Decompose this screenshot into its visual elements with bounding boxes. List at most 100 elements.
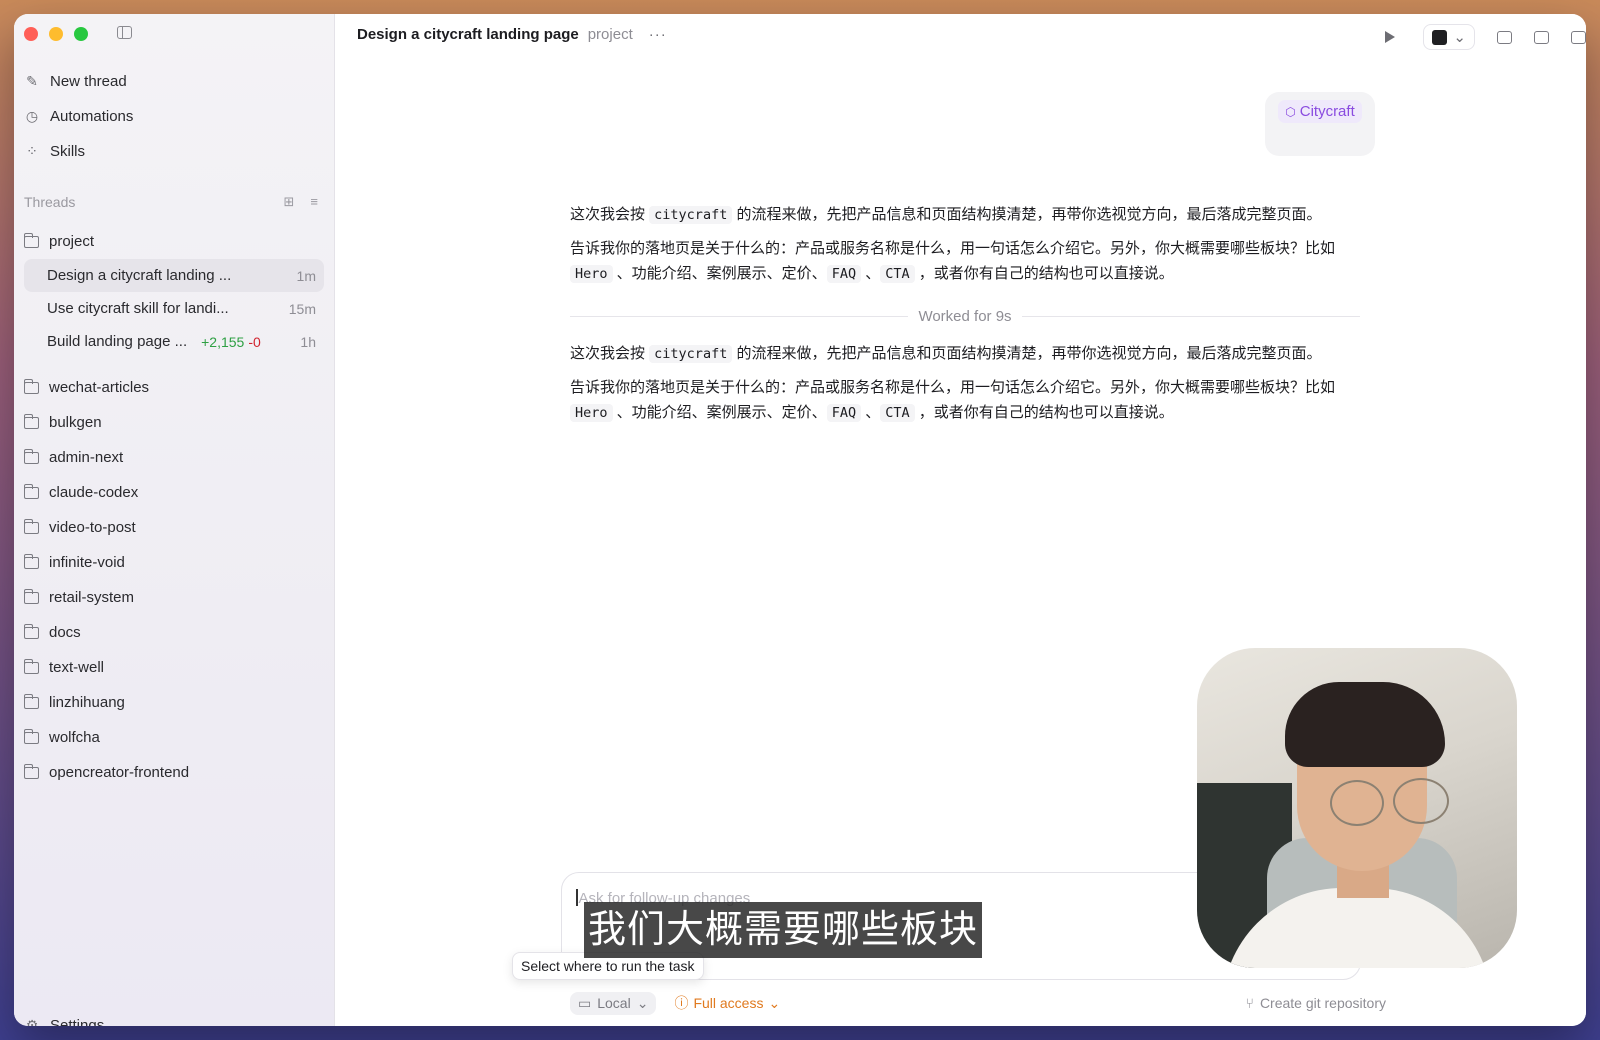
inline-code: FAQ <box>826 404 862 422</box>
folder-item[interactable]: admin-next <box>23 440 324 475</box>
folder-project[interactable]: project <box>23 224 324 259</box>
folder-label: infinite-void <box>49 554 125 571</box>
message-text: ，或者你有自己的结构也可以直接说。 <box>914 265 1174 282</box>
folder-item[interactable]: claude-codex <box>23 475 324 510</box>
folder-item[interactable]: linzhihuang <box>23 685 324 720</box>
split-view-icon[interactable] <box>1571 30 1586 44</box>
close-window-button[interactable] <box>24 27 38 41</box>
diff-added-count: +2,155 <box>201 333 245 350</box>
chevron-down-icon: ⌄ <box>768 994 781 1011</box>
nav-label: New thread <box>50 73 127 90</box>
user-message-bubble: ⬡ Citycraft <box>1265 92 1375 156</box>
diff-panel-icon[interactable] <box>1534 30 1549 44</box>
maximize-window-button[interactable] <box>74 27 88 41</box>
folder-item[interactable]: infinite-void <box>23 545 324 580</box>
app-icon <box>1432 29 1448 45</box>
folder-label: admin-next <box>49 449 124 466</box>
access-level-select[interactable]: ⓘ Full access ⌄ <box>674 993 780 1013</box>
top-bar: Design a citycraft landing page project … <box>335 14 1586 54</box>
folder-label: project <box>49 233 95 250</box>
message-text: 的流程来做，先把产品信息和页面结构摸清楚，再带你选视觉方向，最后落成完整页面。 <box>732 345 1322 362</box>
warning-icon: ⓘ <box>674 995 689 1011</box>
folder-item[interactable]: docs <box>23 615 324 650</box>
message-text: 的流程来做，先把产品信息和页面结构摸清楚，再带你选视觉方向，最后落成完整页面。 <box>732 206 1322 223</box>
git-repo-label: Create git repository <box>1259 995 1386 1011</box>
gear-icon: ⚙ <box>25 1017 39 1026</box>
automations-button[interactable]: ◷ Automations <box>24 99 324 134</box>
folder-list: wechat-articles bulkgen admin-next claud… <box>23 370 324 790</box>
new-thread-button[interactable]: ✎ New thread <box>24 64 324 99</box>
folder-icon <box>23 518 39 534</box>
folder-item[interactable]: text-well <box>23 650 324 685</box>
monitor-icon: ▭ <box>578 994 592 1011</box>
assistant-message: 这次我会按 citycraft 的流程来做，先把产品信息和页面结构摸清楚，再带你… <box>570 341 1360 434</box>
message-text: 告诉我你的落地页是关于什么的：产品或服务名称是什么，用一句话怎么介绍它。另外，你… <box>570 240 1336 257</box>
message-text: 这次我会按 <box>570 206 650 223</box>
filter-icon[interactable]: ≡ <box>310 194 318 210</box>
folder-icon <box>23 378 39 394</box>
diff-removed-count: -0 <box>248 333 261 350</box>
folder-item[interactable]: opencreator-frontend <box>23 755 324 790</box>
folder-label: wechat-articles <box>49 379 150 396</box>
play-icon[interactable] <box>1385 31 1396 43</box>
folder-icon <box>23 448 39 464</box>
sidebar-nav: ✎ New thread ◷ Automations ⁘ Skills <box>24 64 324 169</box>
assistant-message: 这次我会按 citycraft 的流程来做，先把产品信息和页面结构摸清楚，再带你… <box>570 202 1360 295</box>
folder-item[interactable]: wolfcha <box>23 720 324 755</box>
worked-divider: Worked for 9s <box>570 308 1360 325</box>
thread-title: Design a citycraft landing ... <box>47 267 232 284</box>
clock-icon: ◷ <box>25 108 39 124</box>
worked-duration[interactable]: Worked for 9s <box>918 308 1011 325</box>
thread-item[interactable]: Use citycraft skill for landi... 15m <box>24 292 324 325</box>
inline-code: FAQ <box>826 265 862 283</box>
inline-code: Hero <box>570 265 613 283</box>
thread-time: 15m <box>288 300 316 317</box>
inline-code: CTA <box>880 265 915 283</box>
thread-title-heading: Design a citycraft landing page <box>357 25 579 43</box>
message-paragraph: 告诉我你的落地页是关于什么的：产品或服务名称是什么，用一句话怎么介绍它。另外，你… <box>570 375 1360 426</box>
message-text: 、 <box>861 265 881 282</box>
divider-line <box>570 316 909 317</box>
folder-label: claude-codex <box>49 484 139 501</box>
thread-title: Use citycraft skill for landi... <box>47 300 229 317</box>
minimize-window-button[interactable] <box>49 27 63 41</box>
thread-item[interactable]: Build landing page ... +2,155 -0 1h <box>24 325 324 358</box>
folder-item[interactable]: bulkgen <box>23 405 324 440</box>
skills-button[interactable]: ⁘ Skills <box>24 134 324 169</box>
window-controls <box>24 27 88 41</box>
folder-icon <box>23 553 39 569</box>
inline-code: citycraft <box>649 206 733 224</box>
sidebar-toggle-icon[interactable] <box>117 26 132 39</box>
message-text: 这次我会按 <box>570 345 650 362</box>
folder-icon <box>23 623 39 639</box>
folder-label: linzhihuang <box>49 694 125 711</box>
composer-footer: ▭ Local ⌄ ⓘ Full access ⌄ ⑂ Create git r… <box>570 990 1386 1016</box>
folder-item[interactable]: video-to-post <box>23 510 324 545</box>
run-location-label: Local <box>597 995 631 1011</box>
folder-label: opencreator-frontend <box>49 764 190 781</box>
message-text: 告诉我你的落地页是关于什么的：产品或服务名称是什么，用一句话怎么介绍它。另外，你… <box>570 379 1336 396</box>
folder-label: retail-system <box>49 589 135 606</box>
text-caret <box>576 889 578 906</box>
thread-item-active[interactable]: Design a citycraft landing ... 1m <box>24 259 324 292</box>
new-folder-icon[interactable]: ⊞ <box>284 194 295 210</box>
webcam-overlay <box>1197 648 1517 968</box>
run-location-select[interactable]: ▭ Local ⌄ <box>570 991 657 1015</box>
create-git-repo-button[interactable]: ⑂ Create git repository <box>1246 995 1386 1011</box>
git-branch-icon: ⑂ <box>1245 995 1254 1011</box>
settings-button[interactable]: ⚙ Settings <box>24 1017 104 1026</box>
open-in-app-button[interactable]: ⌄ <box>1423 24 1475 50</box>
folder-icon <box>23 763 39 779</box>
skill-chip[interactable]: ⬡ Citycraft <box>1278 100 1362 123</box>
webcam-person-hair <box>1285 682 1445 767</box>
grid-icon: ⁘ <box>26 143 38 159</box>
threads-header: Threads ⊞ ≡ <box>24 192 318 212</box>
sidebar: ✎ New thread ◷ Automations ⁘ Skills Thre… <box>14 14 335 1026</box>
terminal-icon[interactable] <box>1497 30 1512 44</box>
folder-item[interactable]: wechat-articles <box>23 370 324 405</box>
project-label[interactable]: project <box>588 26 633 43</box>
access-level-label: Full access <box>693 995 764 1011</box>
more-options-button[interactable]: ··· <box>649 26 667 43</box>
folder-item[interactable]: retail-system <box>23 580 324 615</box>
inline-code: CTA <box>880 404 915 422</box>
